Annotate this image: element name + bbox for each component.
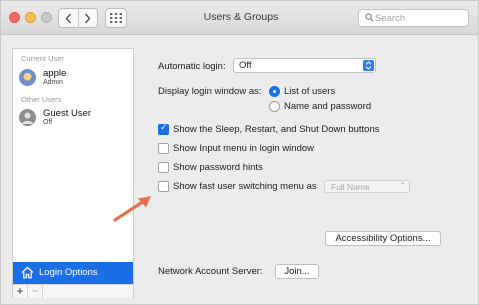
- display-login-label: Display login window as:: [158, 86, 262, 97]
- other-users-header: Other Users: [21, 95, 62, 104]
- house-icon: [21, 266, 34, 279]
- popup-arrows-icon: ⌃: [399, 181, 406, 190]
- zoom-window-button[interactable]: [41, 12, 52, 23]
- checkbox-password-hints[interactable]: [158, 162, 169, 173]
- back-button[interactable]: [59, 9, 78, 27]
- search-icon: [365, 13, 374, 22]
- search-field[interactable]: [358, 9, 469, 27]
- user-avatar: [19, 69, 36, 86]
- user-role: Off: [43, 119, 53, 126]
- forward-button[interactable]: [77, 9, 98, 27]
- chevron-right-icon: [85, 13, 91, 23]
- annotation-arrow-icon: [113, 196, 151, 222]
- automatic-login-popup[interactable]: Off: [233, 58, 376, 73]
- fast-switch-value: Full Name: [331, 182, 370, 192]
- user-row-guest[interactable]: Guest User Off: [13, 106, 133, 130]
- users-sidebar: Current User apple Admin Other Users Gue…: [12, 48, 134, 298]
- automatic-login-value: Off: [239, 60, 252, 71]
- fast-switch-popup[interactable]: Full Name ⌃: [324, 180, 410, 193]
- network-account-server-label: Network Account Server:: [158, 266, 263, 277]
- close-window-button[interactable]: [9, 12, 20, 23]
- guest-avatar: [19, 109, 36, 126]
- minimize-window-button[interactable]: [25, 12, 36, 23]
- chevron-left-icon: [65, 13, 71, 23]
- user-name: Guest User: [43, 108, 92, 119]
- window-title: Users & Groups: [203, 11, 279, 23]
- login-options-label: Login Options: [39, 267, 98, 278]
- radio-name-and-password-label: Name and password: [284, 101, 372, 112]
- checkbox-sleep-restart-shutdown-label: Show the Sleep, Restart, and Shut Down b…: [173, 124, 380, 135]
- login-options-item[interactable]: Login Options: [13, 262, 133, 284]
- radio-list-of-users[interactable]: [269, 86, 280, 97]
- radio-list-of-users-label: List of users: [284, 86, 336, 97]
- users-groups-window: Users & Groups Current User apple Admin …: [0, 0, 479, 305]
- person-silhouette-icon: [22, 112, 33, 124]
- user-row-apple[interactable]: apple Admin: [13, 66, 133, 90]
- radio-name-and-password[interactable]: [269, 101, 280, 112]
- join-button[interactable]: Join...: [275, 264, 319, 279]
- user-role: Admin: [43, 79, 63, 86]
- checkbox-input-menu[interactable]: [158, 143, 169, 154]
- remove-user-button[interactable]: −: [28, 285, 43, 298]
- accessibility-options-button[interactable]: Accessibility Options...: [325, 231, 441, 246]
- navigation-buttons: [58, 8, 98, 28]
- checkbox-fast-user-switching-label: Show fast user switching menu as: [173, 181, 317, 192]
- user-name: apple: [43, 68, 67, 79]
- title-bar: Users & Groups: [1, 1, 478, 35]
- add-user-button[interactable]: +: [13, 285, 28, 298]
- checkbox-input-menu-label: Show Input menu in login window: [173, 143, 315, 154]
- automatic-login-label: Automatic login:: [158, 61, 226, 72]
- current-user-header: Current User: [21, 54, 64, 63]
- checkbox-password-hints-label: Show password hints: [173, 162, 263, 173]
- login-options-panel: Automatic login: Off Display login windo…: [142, 48, 469, 298]
- grid-icon: [110, 13, 122, 23]
- checkbox-fast-user-switching[interactable]: [158, 181, 169, 192]
- show-all-button[interactable]: [105, 8, 127, 28]
- checkbox-sleep-restart-shutdown[interactable]: [158, 123, 169, 135]
- popup-arrows-icon: [363, 60, 374, 71]
- sidebar-toolbar: + −: [13, 284, 133, 298]
- search-input[interactable]: [375, 11, 465, 25]
